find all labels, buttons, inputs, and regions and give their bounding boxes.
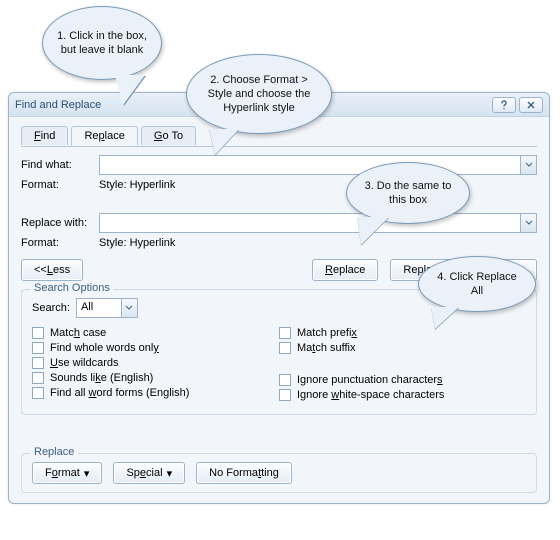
- chk-whole-words[interactable]: Find whole words only: [32, 342, 279, 354]
- less-button[interactable]: << Less: [21, 259, 83, 281]
- find-what-label: Find what:: [21, 159, 99, 171]
- replace-button[interactable]: Replace: [312, 259, 378, 281]
- format-button[interactable]: Format ▾: [32, 462, 102, 484]
- find-format-label: Format:: [21, 179, 99, 191]
- find-format-value: Style: Hyperlink: [99, 179, 175, 191]
- close-button[interactable]: [519, 97, 543, 113]
- replace-format-value: Style: Hyperlink: [99, 237, 175, 249]
- callout-3: 3. Do the same to this box: [346, 162, 470, 224]
- replace-group-legend: Replace: [30, 446, 78, 458]
- chk-match-prefix[interactable]: Match prefix: [279, 327, 526, 339]
- chevron-down-icon: [525, 162, 533, 168]
- chk-word-forms[interactable]: Find all word forms (English): [32, 387, 279, 399]
- callout-4: 4. Click Replace All: [418, 256, 536, 312]
- search-direction-label: Search:: [32, 302, 70, 314]
- replace-group: Replace Format ▾ Special ▾ No Formatting: [21, 453, 537, 493]
- help-button[interactable]: [492, 97, 516, 113]
- tab-replace[interactable]: Replace: [71, 126, 137, 146]
- chk-ignore-ws[interactable]: Ignore white-space characters: [279, 389, 526, 401]
- chk-sounds-like[interactable]: Sounds like (English): [32, 372, 279, 384]
- chk-match-suffix[interactable]: Match suffix: [279, 342, 526, 354]
- tab-find[interactable]: Find: [21, 126, 68, 145]
- chk-ignore-punct[interactable]: Ignore punctuation characters: [279, 374, 526, 386]
- no-formatting-button[interactable]: No Formatting: [196, 462, 292, 484]
- find-what-dropdown[interactable]: [520, 156, 536, 174]
- search-options-legend: Search Options: [30, 282, 114, 294]
- close-icon: [526, 100, 536, 110]
- find-what-input[interactable]: [99, 155, 537, 175]
- search-direction-select[interactable]: All: [76, 298, 138, 318]
- replace-with-label: Replace with:: [21, 217, 99, 229]
- replace-with-dropdown[interactable]: [520, 214, 536, 232]
- chk-match-case[interactable]: Match case: [32, 327, 279, 339]
- callout-3-text: 3. Do the same to this box: [361, 179, 455, 208]
- callout-2-text: 2. Choose Format > Style and choose the …: [201, 73, 317, 116]
- callout-4-text: 4. Click Replace All: [433, 270, 521, 299]
- callout-1: 1. Click in the box, but leave it blank: [42, 6, 162, 80]
- callout-2: 2. Choose Format > Style and choose the …: [186, 54, 332, 134]
- replace-with-input[interactable]: [99, 213, 537, 233]
- callout-1-text: 1. Click in the box, but leave it blank: [57, 29, 147, 58]
- tab-goto[interactable]: Go To: [141, 126, 196, 145]
- help-icon: [499, 100, 509, 110]
- special-button[interactable]: Special ▾: [113, 462, 185, 484]
- replace-format-label: Format:: [21, 237, 99, 249]
- chevron-down-icon: [125, 305, 133, 311]
- search-direction-dropdown[interactable]: [121, 299, 137, 317]
- search-direction-value: All: [81, 301, 93, 313]
- chk-wildcards[interactable]: Use wildcards: [32, 357, 279, 369]
- chevron-down-icon: [525, 220, 533, 226]
